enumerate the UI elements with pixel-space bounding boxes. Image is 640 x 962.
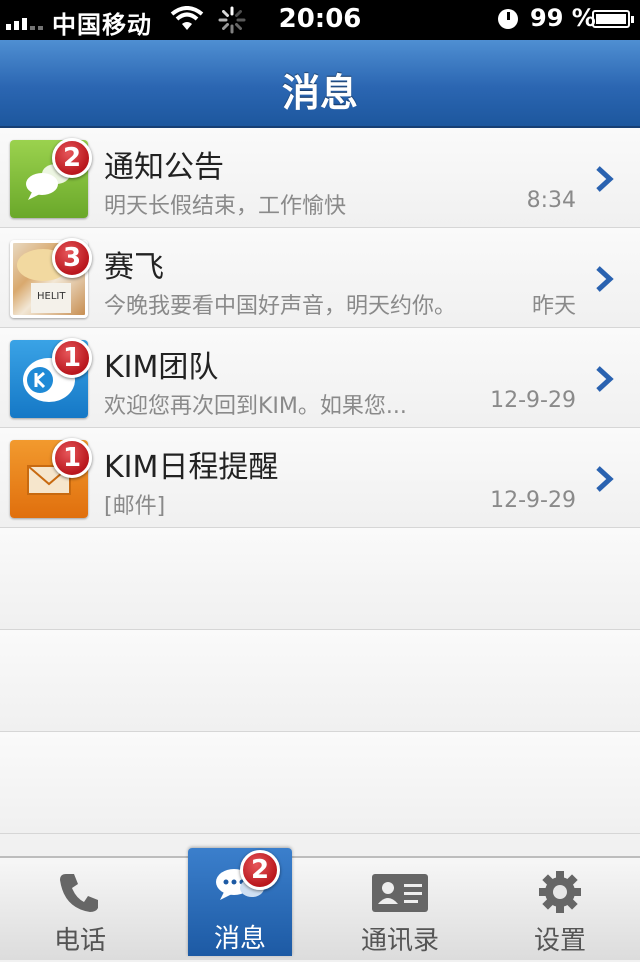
gear-icon <box>539 871 581 913</box>
tab-label: 通讯录 <box>360 926 439 956</box>
unread-badge: 3 <box>52 238 92 278</box>
contact-card-icon <box>372 874 428 912</box>
status-bar: 中国移动 20:06 99 % <box>0 0 640 40</box>
list-item-notice[interactable]: 2 通知公告 明天长假结束，工作愉快 8:34 <box>0 128 640 228</box>
message-time: 昨天 <box>531 294 576 319</box>
conversation-name: KIM日程提醒 <box>104 450 279 485</box>
empty-row <box>0 732 640 834</box>
tab-bar: 电话 2 消息 通讯录 设置 <box>0 848 640 962</box>
phone-icon <box>60 874 98 912</box>
message-preview: 欢迎您再次回到KIM。如果您... <box>104 394 407 419</box>
list-item-saifei[interactable]: HELIT 3 赛飞 今晚我要看中国好声音，明天约你。 昨天 <box>0 228 640 328</box>
message-list: 2 通知公告 明天长假结束，工作愉快 8:34 HELIT 3 赛飞 今晚我要看… <box>0 128 640 834</box>
unread-badge: 2 <box>52 138 92 178</box>
battery-percent: 99 % <box>530 4 596 32</box>
tab-phone[interactable]: 电话 <box>0 858 160 962</box>
chevron-right-icon <box>596 466 614 492</box>
message-preview: 明天长假结束，工作愉快 <box>104 194 347 219</box>
battery-charging-icon <box>592 10 634 28</box>
conversation-name: 赛飞 <box>104 250 164 285</box>
unread-badge: 2 <box>240 850 280 890</box>
list-item-kim-team[interactable]: 1 KIM团队 欢迎您再次回到KIM。如果您... 12-9-29 <box>0 328 640 428</box>
list-item-kim-reminder[interactable]: 1 KIM日程提醒 [邮件] 12-9-29 <box>0 428 640 528</box>
unread-badge: 1 <box>52 338 92 378</box>
conversation-name: 通知公告 <box>104 150 224 185</box>
tab-label: 消息 <box>213 924 266 954</box>
message-preview: 今晚我要看中国好声音，明天约你。 <box>104 294 457 319</box>
unread-badge: 1 <box>52 438 92 478</box>
message-time: 12-9-29 <box>490 388 576 413</box>
tab-messages[interactable]: 2 消息 <box>188 848 292 956</box>
chevron-right-icon <box>596 166 614 192</box>
tab-label: 电话 <box>53 926 106 956</box>
chevron-right-icon <box>596 266 614 292</box>
message-time: 12-9-29 <box>490 488 576 513</box>
empty-row <box>0 528 640 630</box>
chevron-right-icon <box>596 366 614 392</box>
nav-bar: 消息 <box>0 40 640 128</box>
message-time: 8:34 <box>526 188 576 213</box>
svg-text:HELIT: HELIT <box>37 291 66 302</box>
tab-settings[interactable]: 设置 <box>480 858 640 962</box>
message-preview: [邮件] <box>104 494 166 519</box>
conversation-name: KIM团队 <box>104 350 219 385</box>
page-title: 消息 <box>281 71 358 115</box>
empty-row <box>0 630 640 732</box>
tab-contacts[interactable]: 通讯录 <box>320 858 480 962</box>
alarm-icon <box>498 9 518 29</box>
tab-label: 设置 <box>533 926 586 956</box>
